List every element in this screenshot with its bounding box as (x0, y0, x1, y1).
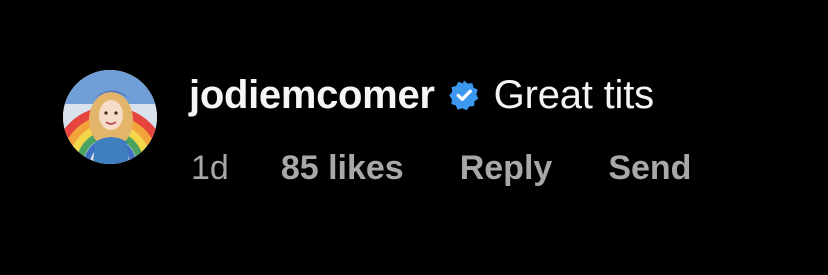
comment-text: Great tits (493, 72, 654, 117)
verified-badge-icon (448, 79, 480, 111)
timestamp: 1d (191, 148, 229, 187)
username[interactable]: jodiemcomer (189, 73, 435, 118)
send-button[interactable]: Send (608, 149, 691, 188)
comment-main-line: jodiemcomer Great tits (189, 68, 654, 122)
reply-button[interactable]: Reply (460, 149, 553, 188)
avatar[interactable] (63, 70, 157, 164)
comment-meta: 1d 85 likes Reply Send (191, 145, 691, 191)
avatar-illustration (63, 70, 157, 164)
comment-row: jodiemcomer Great tits 1d 85 likes Reply… (0, 0, 828, 275)
likes-count-link[interactable]: 85 likes (281, 149, 404, 188)
